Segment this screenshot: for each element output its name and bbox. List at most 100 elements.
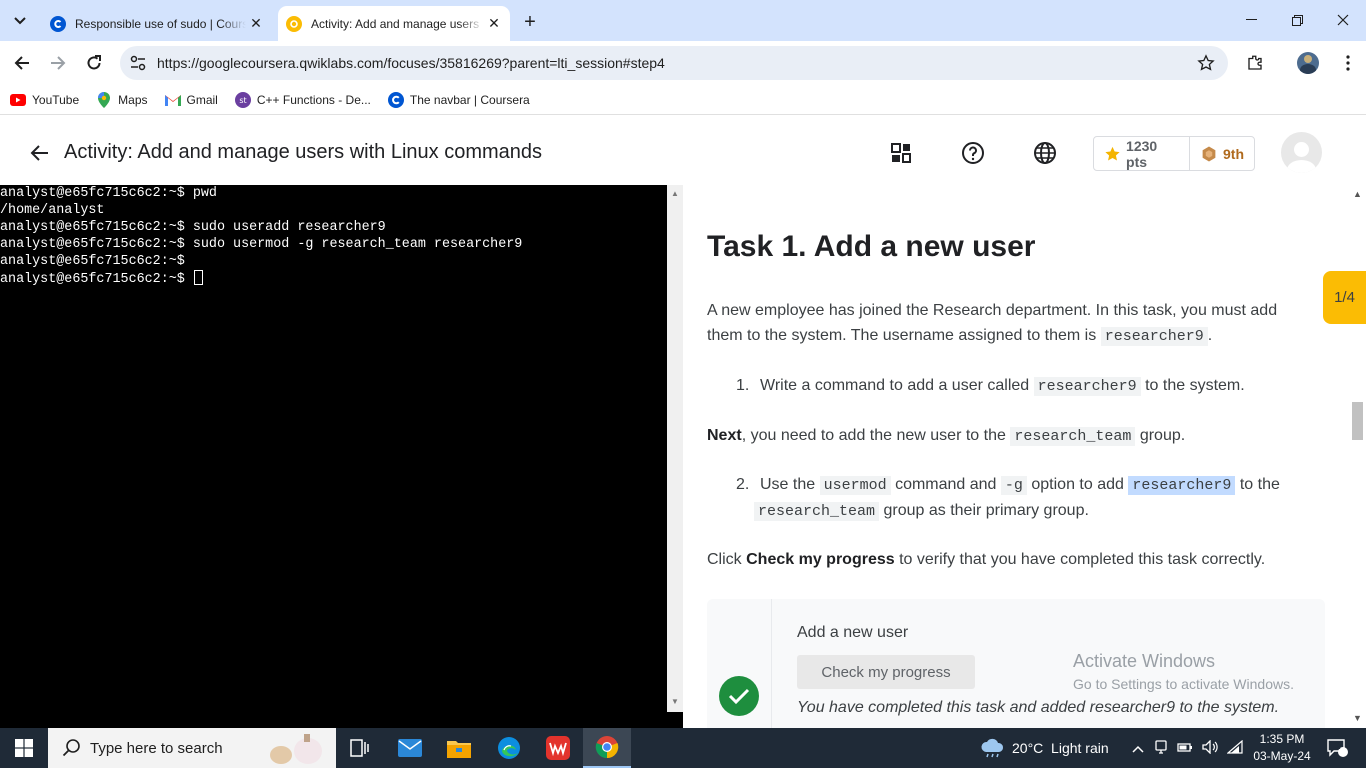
tab-title: Activity: Add and manage users <box>311 16 480 31</box>
address-bar[interactable]: https://googlecoursera.qwiklabs.com/focu… <box>120 46 1228 80</box>
dashboard-icon[interactable] <box>889 141 913 165</box>
bookmark-label: Gmail <box>186 92 218 107</box>
terminal-line: analyst@e65fc715c6c2:~$ sudo useradd res… <box>0 220 386 235</box>
chevron-up-icon[interactable] <box>1132 740 1144 756</box>
bookmark-star-icon[interactable] <box>1191 48 1221 78</box>
check-progress-label: Check my progress <box>746 551 895 568</box>
bookmark-navbar-coursera[interactable]: The navbar | Coursera <box>387 91 530 108</box>
battery-icon[interactable] <box>1177 740 1193 756</box>
scroll-up-icon[interactable]: ▲ <box>1353 189 1362 199</box>
site-info-icon[interactable] <box>123 48 153 78</box>
terminal-cursor <box>193 270 203 285</box>
device-icon[interactable] <box>1154 739 1168 757</box>
back-arrow-icon[interactable] <box>28 141 52 165</box>
card-title: Add a new user <box>797 624 909 641</box>
instructions-panel: Task 1. Add a new user A new employee ha… <box>683 185 1349 728</box>
task-view-button[interactable] <box>336 728 384 768</box>
step-text: group as their primary group. <box>883 502 1089 519</box>
close-window-button[interactable] <box>1320 0 1366 40</box>
terminal-prompt: analyst@e65fc715c6c2:~$ <box>0 272 193 287</box>
coursera-icon <box>50 15 66 32</box>
step-1: 1. Write a command to add a user called r… <box>736 373 1245 399</box>
garlic-search-highlight-icon <box>260 734 330 764</box>
points-segment: 1230 pts <box>1094 137 1189 170</box>
forward-button[interactable] <box>44 49 72 77</box>
code-researcher9: researcher9 <box>1033 377 1141 396</box>
windows-logo-icon <box>15 739 33 757</box>
taskbar-chrome[interactable] <box>583 728 631 768</box>
volume-icon[interactable] <box>1202 738 1218 757</box>
taskbar-search[interactable]: Type here to search <box>48 728 336 768</box>
taskbar-wps[interactable] <box>534 728 582 768</box>
youtube-icon <box>10 92 26 108</box>
task-heading: Task 1. Add a new user <box>707 230 1036 263</box>
terminal-line: analyst@e65fc715c6c2:~$ pwd <box>0 186 217 201</box>
step-2-line-1: 2. Use the usermod command and -g option … <box>736 472 1296 498</box>
step-text: to the system. <box>1145 377 1245 394</box>
tab-search-button[interactable] <box>7 8 33 34</box>
click-paragraph: Click Check my progress to verify that y… <box>707 547 1265 572</box>
globe-icon[interactable] <box>1033 141 1057 165</box>
chrome-icon <box>595 736 619 759</box>
page-scrollbar[interactable]: ▲ ▼ <box>1349 185 1366 728</box>
tab-activity[interactable]: Activity: Add and manage users ✕ <box>278 6 510 41</box>
check-progress-button[interactable]: Check my progress <box>797 655 975 689</box>
browser-menu-button[interactable] <box>1334 49 1362 77</box>
terminal-footer <box>0 712 683 728</box>
points-rank-box[interactable]: 1230 pts 9th <box>1093 136 1255 171</box>
terminal[interactable]: analyst@e65fc715c6c2:~$ pwd /home/analys… <box>0 185 667 712</box>
taskbar-mail[interactable] <box>386 728 434 768</box>
next-text: group. <box>1139 427 1186 444</box>
taskbar-clock[interactable]: 1:35 PM 03-May-24 <box>1252 731 1312 765</box>
bookmark-gmail[interactable]: Gmail <box>164 92 218 108</box>
scroll-down-icon[interactable]: ▼ <box>1353 713 1362 723</box>
rank-segment: 9th <box>1190 137 1254 170</box>
profile-avatar[interactable] <box>1294 49 1322 77</box>
weather-widget[interactable]: 20°C Light rain <box>980 728 1109 768</box>
maps-icon <box>96 91 112 108</box>
lab-title: Activity: Add and manage users with Linu… <box>64 141 543 163</box>
scroll-down-icon[interactable]: ▼ <box>671 697 679 706</box>
close-icon <box>1337 14 1349 26</box>
scrollbar-thumb[interactable] <box>1352 402 1363 440</box>
folder-icon <box>447 741 471 758</box>
start-button[interactable] <box>0 728 48 768</box>
click-text: to verify that you have completed this t… <box>899 551 1266 568</box>
user-avatar[interactable] <box>1281 132 1322 173</box>
windows-taskbar: Type here to search 20°C Light rain 1:35… <box>0 728 1366 768</box>
st-icon: st <box>234 91 251 108</box>
code-researcher9: researcher9 <box>1100 327 1208 346</box>
bookmarks-bar: YouTube Maps Gmail st C++ Functions - De… <box>0 85 1366 115</box>
bookmark-cpp-functions[interactable]: st C++ Functions - De... <box>234 91 371 108</box>
notification-center-button[interactable]: 2 <box>1322 728 1352 768</box>
coursera-icon <box>387 91 404 108</box>
step-2: 2. Use the usermod command and -g option … <box>736 472 1296 524</box>
taskbar-file-explorer[interactable] <box>435 728 483 768</box>
close-icon[interactable]: ✕ <box>484 14 504 34</box>
tab-responsible-sudo[interactable]: Responsible use of sudo | Coursera ✕ <box>40 6 272 41</box>
back-button[interactable] <box>8 49 36 77</box>
clock-date: 03-May-24 <box>1253 749 1311 763</box>
close-icon[interactable]: ✕ <box>246 14 266 34</box>
next-paragraph: Next, you need to add the new user to th… <box>707 423 1185 449</box>
help-icon[interactable] <box>961 141 985 165</box>
browser-toolbar: https://googlecoursera.qwiklabs.com/focu… <box>0 41 1366 85</box>
rank-value: 9th <box>1223 145 1244 162</box>
rain-cloud-icon <box>981 738 1004 758</box>
code-usermod: usermod <box>819 476 891 495</box>
scroll-up-icon[interactable]: ▲ <box>671 189 679 198</box>
terminal-line: analyst@e65fc715c6c2:~$ sudo usermod -g … <box>0 237 523 252</box>
next-text: , you need to add the new user to the <box>741 427 1006 444</box>
terminal-scrollbar[interactable]: ▲ ▼ <box>667 185 683 712</box>
check-complete-icon <box>719 676 759 716</box>
bookmark-maps[interactable]: Maps <box>96 91 148 108</box>
step-indicator-badge[interactable]: 1/4 <box>1323 271 1366 324</box>
taskbar-edge[interactable] <box>485 728 533 768</box>
extensions-button[interactable] <box>1241 49 1269 77</box>
minimize-button[interactable] <box>1228 0 1274 40</box>
wifi-icon[interactable] <box>1226 739 1243 757</box>
restore-button[interactable] <box>1274 0 1320 40</box>
bookmark-youtube[interactable]: YouTube <box>10 92 79 108</box>
new-tab-button[interactable]: + <box>518 10 542 34</box>
reload-button[interactable] <box>80 49 108 77</box>
